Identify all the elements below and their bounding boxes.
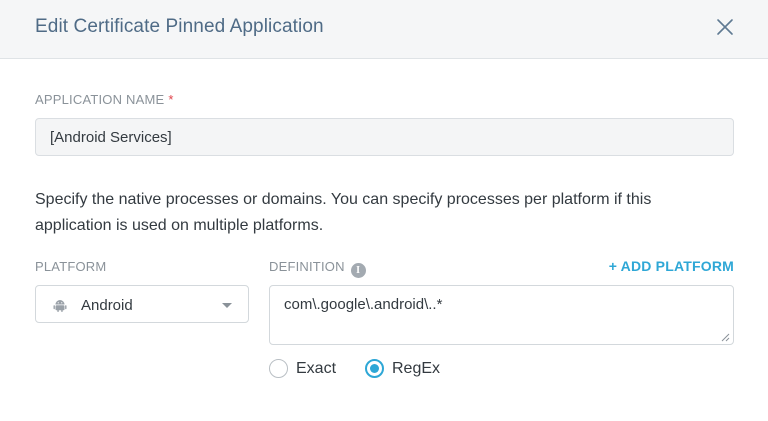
definition-label-text: DEFINITION [269,259,345,274]
radio-exact-circle[interactable] [269,359,288,378]
radio-exact-label: Exact [296,360,337,377]
definition-textarea[interactable]: com\.google\.android\..* [269,285,734,345]
chevron-down-icon [222,303,232,308]
required-marker: * [168,92,174,107]
resize-handle-icon[interactable] [721,333,730,342]
radio-regex-label: RegEx [392,360,441,377]
description-text: Specify the native processes or domains.… [35,191,652,234]
info-icon[interactable]: i [350,263,366,278]
platform-select[interactable]: Android [35,285,249,323]
close-icon [717,19,733,35]
platform-selected-value: Android [81,297,133,314]
close-button[interactable] [712,14,738,40]
platform-label: PLATFORM [35,259,107,274]
definition-label: DEFINITION i [269,259,366,278]
dialog-header: Edit Certificate Pinned Application [0,0,768,59]
android-icon [53,298,67,312]
add-platform-link[interactable]: + ADD PLATFORM [609,258,734,274]
radio-regex-circle[interactable] [365,359,384,378]
application-name-label-text: APPLICATION NAME [35,92,165,107]
dialog-title: Edit Certificate Pinned Application [35,16,324,37]
application-name-label: APPLICATION NAME * [35,92,174,107]
application-name-input[interactable] [35,118,734,156]
